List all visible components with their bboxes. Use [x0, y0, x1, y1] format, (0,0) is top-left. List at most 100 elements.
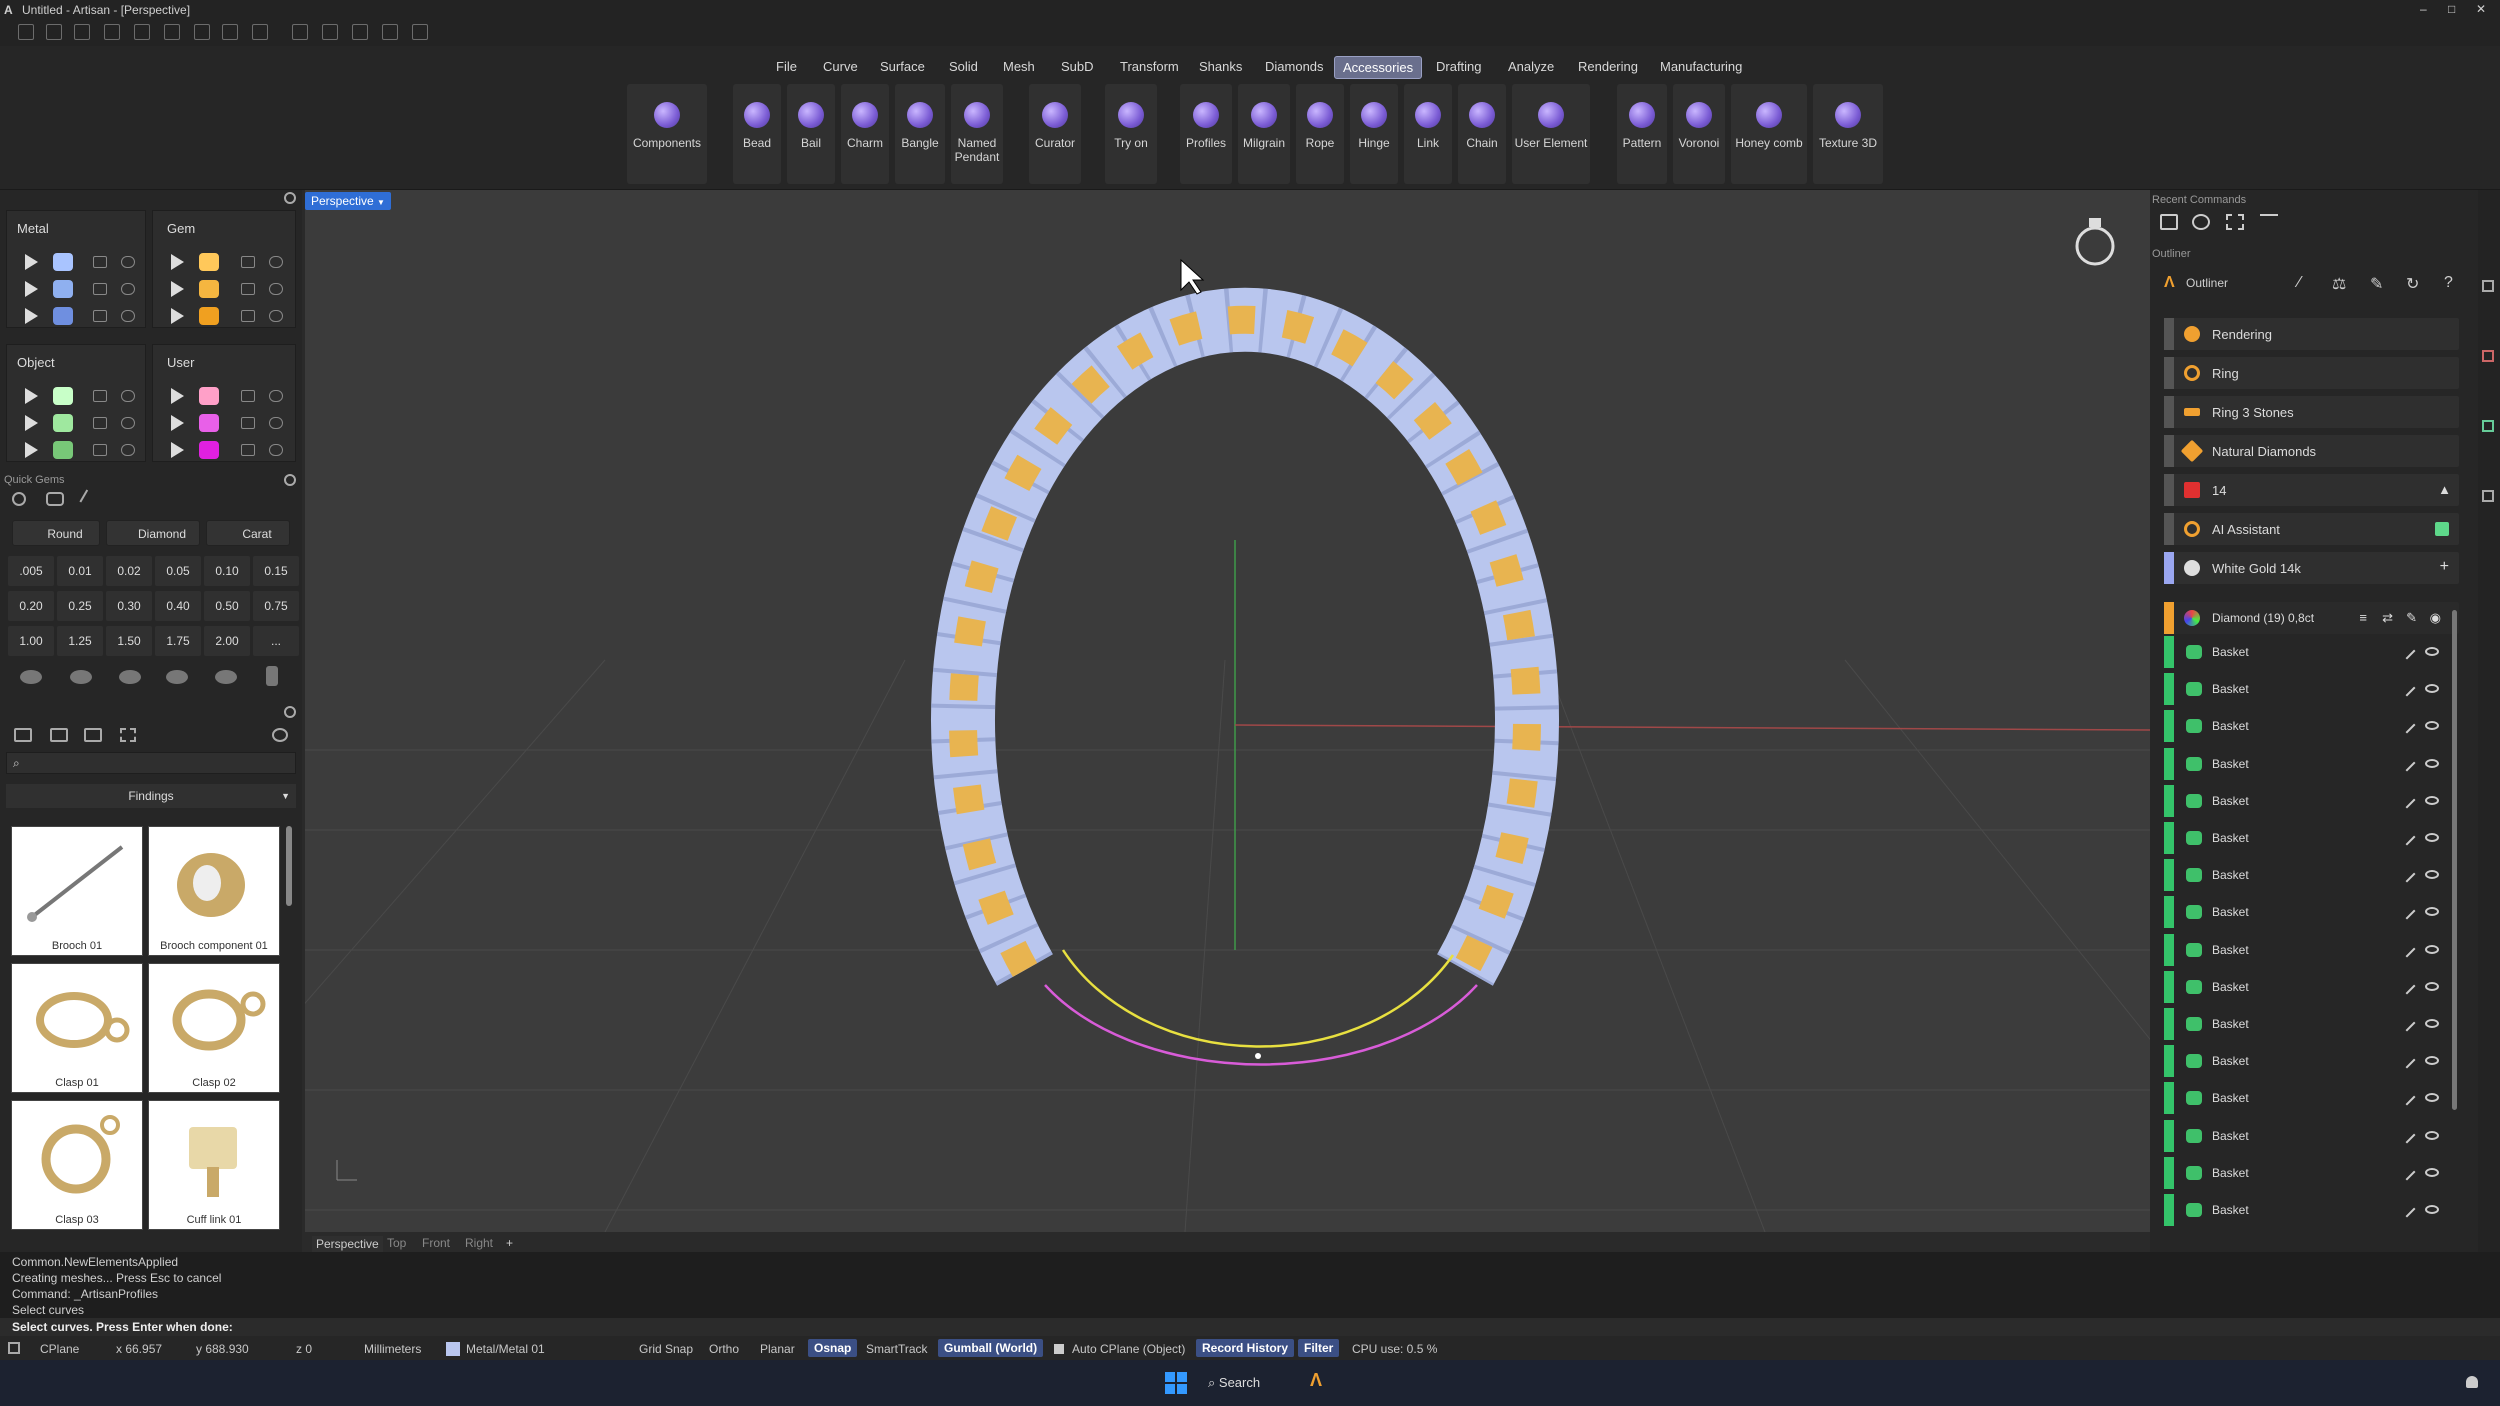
gem-size-button[interactable]: 0.05	[155, 556, 201, 586]
library-item-brooch-01[interactable]: Brooch 01	[11, 826, 143, 956]
close-button[interactable]: ✕	[2476, 2, 2486, 16]
save-as-icon[interactable]	[222, 24, 238, 40]
recent-command-icon[interactable]	[2260, 214, 2278, 230]
library-item-clasp-01[interactable]: Clasp 01	[11, 963, 143, 1093]
tool-strip-icon[interactable]	[2482, 490, 2494, 502]
gem-size-button[interactable]: 1.75	[155, 626, 201, 656]
gem-size-button[interactable]: 1.25	[57, 626, 103, 656]
play-icon[interactable]	[171, 254, 184, 270]
ribbon-honeycomb-button[interactable]: Honey comb	[1731, 84, 1807, 184]
undo-icon[interactable]	[134, 24, 150, 40]
recent-command-icon[interactable]	[2226, 214, 2244, 230]
menu-mesh[interactable]: Mesh	[995, 56, 1043, 77]
user-swatch-2[interactable]	[199, 414, 219, 432]
play-icon[interactable]	[171, 388, 184, 404]
edit-icon[interactable]	[2398, 1014, 2416, 1032]
status-grid-snap[interactable]: Grid Snap	[639, 1342, 693, 1356]
eye-icon[interactable]	[121, 417, 135, 429]
library-item-brooch-component-01[interactable]: Brooch component 01	[148, 826, 280, 956]
eye-icon[interactable]	[121, 283, 135, 295]
metal-swatch-3[interactable]	[53, 307, 73, 325]
status-layer[interactable]: Metal/Metal 01	[466, 1342, 545, 1356]
gem-prong-icon[interactable]	[266, 666, 278, 686]
recent-command-icon[interactable]	[2160, 214, 2178, 230]
recent-command-icon[interactable]	[2192, 214, 2210, 230]
gem-size-button[interactable]: 0.20	[8, 591, 54, 621]
object-swatch-2[interactable]	[53, 414, 73, 432]
gem-size-button[interactable]: 1.00	[8, 626, 54, 656]
edit-icon[interactable]	[2398, 679, 2416, 697]
basket-row[interactable]: Basket	[2164, 784, 2459, 817]
basket-row[interactable]: Basket	[2164, 1082, 2459, 1115]
menu-file[interactable]: File	[768, 56, 805, 77]
eye-icon[interactable]	[269, 256, 283, 268]
basket-row[interactable]: Basket	[2164, 636, 2459, 668]
eye-icon[interactable]	[2425, 1056, 2439, 1066]
status-record-history[interactable]: Record History	[1196, 1339, 1295, 1357]
measure-icon[interactable]	[292, 24, 308, 40]
menu-subd[interactable]: SubD	[1053, 56, 1102, 77]
tab-right[interactable]: Right	[465, 1236, 493, 1250]
menu-drafting[interactable]: Drafting	[1428, 56, 1490, 77]
edit-icon[interactable]: ✎	[2370, 274, 2383, 294]
edit-icon[interactable]	[2398, 716, 2416, 734]
ribbon-link-button[interactable]: Link	[1404, 84, 1452, 184]
basket-row[interactable]: Basket	[2164, 1008, 2459, 1040]
basket-row[interactable]: Basket	[2164, 859, 2459, 892]
status-planar[interactable]: Planar	[760, 1342, 795, 1356]
panel-settings-icon[interactable]	[284, 192, 296, 204]
analyze-icon[interactable]	[322, 24, 338, 40]
user-swatch-1[interactable]	[199, 387, 219, 405]
lock-icon[interactable]	[93, 417, 107, 429]
windows-start-icon[interactable]	[1165, 1372, 1187, 1394]
ring-gumball-icon[interactable]	[2075, 218, 2115, 266]
status-panel-icon[interactable]	[8, 1342, 20, 1354]
gem-size-button[interactable]: 0.02	[106, 556, 152, 586]
gem-size-button[interactable]: 0.75	[253, 591, 299, 621]
eye-icon[interactable]	[2425, 1130, 2439, 1140]
wand-icon[interactable]: ⁄	[2298, 274, 2301, 292]
perspective-viewport[interactable]: Perspective ▼	[305, 190, 2150, 1232]
outliner-item-white-gold-14k[interactable]: White Gold 14k +	[2164, 552, 2459, 584]
edit-icon[interactable]	[2398, 642, 2416, 660]
outliner-group-diamond[interactable]: Diamond (19) 0,8ct ≡ ⇄ ✎ ◉	[2164, 602, 2459, 634]
tools-icon[interactable]	[382, 24, 398, 40]
status-units[interactable]: Millimeters	[364, 1342, 421, 1356]
eye-icon[interactable]	[2425, 1167, 2439, 1177]
play-icon[interactable]	[25, 281, 38, 297]
edit-icon[interactable]	[2398, 1200, 2416, 1218]
edit-icon[interactable]	[2398, 902, 2416, 920]
menu-rendering[interactable]: Rendering	[1570, 56, 1646, 77]
play-icon[interactable]	[25, 308, 38, 324]
gem-place-icon[interactable]	[46, 492, 64, 506]
gem-size-button[interactable]: 2.00	[204, 626, 250, 656]
refresh-icon[interactable]: ↻	[2406, 274, 2419, 294]
eye-icon[interactable]	[2425, 684, 2439, 694]
gem-material-diamond-button[interactable]: Diamond	[106, 520, 200, 546]
gem-swatch-1[interactable]	[199, 253, 219, 271]
basket-row[interactable]: Basket	[2164, 896, 2459, 929]
gem-cut-icon[interactable]	[20, 670, 42, 684]
gem-size-button[interactable]: 0.10	[204, 556, 250, 586]
menu-transform[interactable]: Transform	[1112, 56, 1187, 77]
play-icon[interactable]	[171, 308, 184, 324]
gem-size-button[interactable]: 1.50	[106, 626, 152, 656]
tool-strip-icon[interactable]	[2482, 280, 2494, 292]
status-cplane[interactable]: CPlane	[40, 1342, 79, 1356]
export-icon[interactable]	[252, 24, 268, 40]
menu-accessories[interactable]: Accessories	[1334, 56, 1423, 79]
eye-icon[interactable]	[121, 256, 135, 268]
menu-solid[interactable]: Solid	[941, 56, 986, 77]
edit-icon[interactable]	[2398, 1088, 2416, 1106]
gem-size-button[interactable]: 0.25	[57, 591, 103, 621]
basket-row[interactable]: Basket	[2164, 970, 2459, 1003]
user-icon[interactable]: ▲	[2438, 482, 2451, 497]
tab-front[interactable]: Front	[422, 1236, 450, 1250]
eye-icon[interactable]: ◉	[2430, 610, 2441, 626]
settings-icon[interactable]	[412, 24, 428, 40]
tool-strip-icon[interactable]	[2482, 420, 2494, 432]
basket-row[interactable]: Basket	[2164, 933, 2459, 966]
status-toggle[interactable]	[2435, 522, 2449, 536]
ribbon-bead-button[interactable]: Bead	[733, 84, 781, 184]
gem-cut-icon[interactable]	[119, 670, 141, 684]
